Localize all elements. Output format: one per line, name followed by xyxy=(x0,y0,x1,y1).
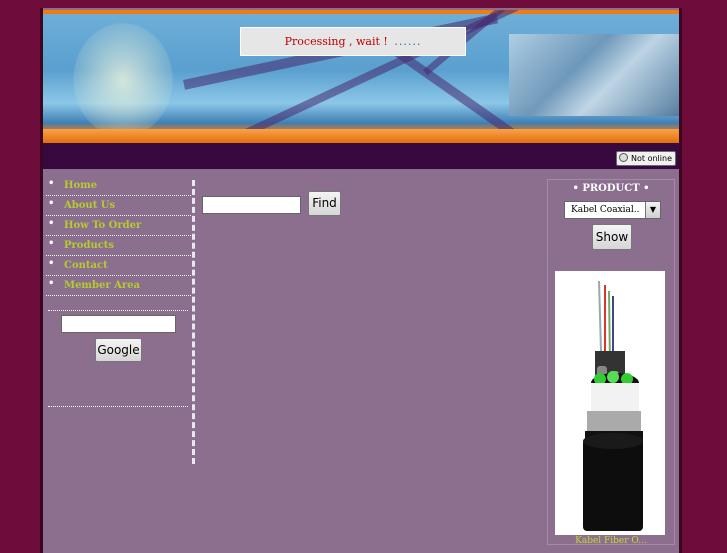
nav-item-contact[interactable]: • Contact xyxy=(46,256,191,276)
fiber-cable-image xyxy=(583,280,643,531)
bullet-icon: • xyxy=(48,218,55,229)
banner-bottom-stripe xyxy=(43,129,679,143)
find-input[interactable] xyxy=(202,196,301,214)
sidebar-divider xyxy=(48,406,188,407)
nav-item-label: Contact xyxy=(64,260,108,271)
nav-item-how-to-order[interactable]: • How To Order xyxy=(46,216,191,236)
status-bar: Not online xyxy=(43,143,679,169)
nav-item-about-us[interactable]: • About Us xyxy=(46,196,191,216)
nav-item-label: About Us xyxy=(64,200,116,211)
processing-text: Processing , wait ! xyxy=(284,35,388,48)
show-button[interactable]: Show xyxy=(592,224,632,250)
product-image[interactable] xyxy=(555,271,665,535)
chat-status-label: Not online xyxy=(631,154,672,163)
product-select-value: Kabel Coaxial.. xyxy=(571,205,640,215)
nav-item-label: Products xyxy=(64,240,115,251)
sidebar-divider xyxy=(48,310,188,311)
banner-photo xyxy=(509,34,679,116)
find-button[interactable]: Find xyxy=(308,191,341,216)
chat-status-badge[interactable]: Not online xyxy=(616,151,676,166)
chat-status-icon xyxy=(619,153,629,162)
sidebar-separator xyxy=(192,180,195,464)
product-title: • PRODUCT • xyxy=(572,183,650,194)
nav-item-member-area[interactable]: • Member Area xyxy=(46,276,191,296)
processing-message: Processing , wait ! ...... xyxy=(240,27,466,56)
banner-top-stripe xyxy=(43,10,679,14)
google-search-input[interactable] xyxy=(61,315,176,333)
nav-item-label: Member Area xyxy=(64,280,140,291)
product-select[interactable]: Kabel Coaxial.. ▼ xyxy=(564,201,661,219)
bullet-icon: • xyxy=(48,198,55,209)
chevron-down-icon[interactable]: ▼ xyxy=(645,202,660,218)
bullet-icon: • xyxy=(48,258,55,269)
nav-item-label: Home xyxy=(64,180,98,191)
google-search-button[interactable]: Google xyxy=(95,338,142,362)
bullet-icon: • xyxy=(48,278,55,289)
product-panel: • PRODUCT • Kabel Coaxial.. ▼ Show Kabel… xyxy=(547,179,675,546)
nav-item-label: How To Order xyxy=(64,220,142,231)
processing-dots: ...... xyxy=(394,35,422,48)
nav-item-home[interactable]: • Home xyxy=(46,176,191,196)
bullet-icon: • xyxy=(48,178,55,189)
sidebar-nav: • Home • About Us • How To Order • Produ… xyxy=(46,176,191,296)
bullet-icon: • xyxy=(48,238,55,249)
main-content: • Home • About Us • How To Order • Produ… xyxy=(46,172,676,546)
nav-item-products[interactable]: • Products xyxy=(46,236,191,256)
